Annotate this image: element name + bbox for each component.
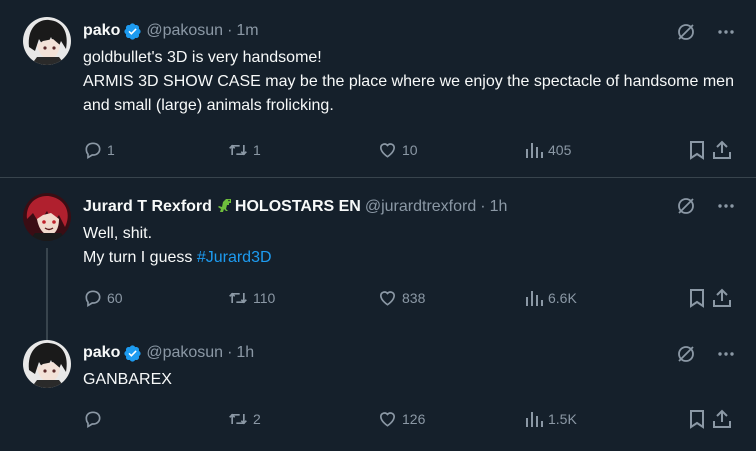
reply-count: 1 (107, 142, 115, 158)
grok-icon[interactable] (676, 344, 696, 364)
reply-button[interactable]: 60 (83, 288, 123, 308)
separator-dot: · (227, 22, 233, 39)
grok-icon[interactable] (676, 22, 696, 42)
retweet-icon (229, 413, 247, 425)
handle[interactable]: @pakosun (146, 22, 223, 40)
like-button[interactable]: 838 (377, 288, 425, 308)
avatar[interactable] (23, 193, 71, 241)
views-icon (526, 412, 543, 427)
retweet-count: 2 (253, 411, 261, 427)
tweet-text-prefix: My turn I guess (83, 249, 197, 266)
share-button[interactable] (712, 140, 732, 160)
like-count: 838 (402, 290, 426, 306)
tweet-text: goldbullet's 3D is very handsome! ARMIS … (83, 46, 742, 118)
separator-dot: · (227, 344, 233, 361)
timestamp[interactable]: 1m (236, 22, 258, 40)
tweet-header: pako @pakosun · 1h (83, 342, 742, 364)
more-icon[interactable] (716, 22, 736, 42)
more-icon[interactable] (716, 344, 736, 364)
verified-badge-icon (123, 344, 142, 363)
views-button[interactable]: 6.6K (524, 288, 577, 308)
views-icon (526, 291, 543, 306)
share-button[interactable] (712, 409, 732, 429)
tweet-3[interactable]: pako @pakosun · 1h GANBAREX 2 126 1.5K (0, 332, 756, 451)
timestamp[interactable]: 1h (236, 344, 254, 362)
bookmark-button[interactable] (688, 409, 706, 429)
like-icon (379, 412, 396, 427)
retweet-count: 110 (253, 290, 276, 306)
separator-dot: · (480, 198, 486, 215)
display-name-suffix[interactable]: HOLOSTARS EN (235, 198, 361, 216)
avatar[interactable] (23, 340, 71, 388)
bookmark-icon (690, 141, 704, 160)
tweet-text-line: My turn I guess #Jurard3D (83, 246, 742, 270)
action-bar: 2 126 1.5K (83, 408, 732, 430)
like-icon (379, 291, 396, 306)
avatar[interactable] (23, 17, 71, 65)
action-bar: 60 110 838 6.6K (83, 287, 732, 309)
retweet-button[interactable]: 110 (227, 288, 275, 308)
like-count: 126 (402, 411, 426, 427)
grok-icon[interactable] (676, 196, 696, 216)
retweet-button[interactable]: 2 (227, 409, 261, 429)
more-icon[interactable] (716, 196, 736, 216)
bookmark-button[interactable] (688, 288, 706, 308)
tweet-header: Jurard T Rexford HOLOSTARS EN @jurardtre… (83, 196, 742, 218)
tweet-text-line: Well, shit. (83, 225, 153, 242)
tweet-2[interactable]: Jurard T Rexford HOLOSTARS EN @jurardtre… (0, 178, 756, 347)
share-icon (713, 288, 731, 307)
tweet-1[interactable]: pako @pakosun · 1m goldbullet's 3D is ve… (0, 0, 756, 178)
action-bar: 1 1 10 405 (83, 139, 732, 161)
tweet-text-line: ARMIS 3D SHOW CASE may be the place wher… (83, 73, 734, 114)
handle[interactable]: @pakosun (146, 344, 223, 362)
retweet-icon (229, 292, 247, 304)
dinosaur-icon (214, 197, 234, 217)
share-icon (713, 409, 731, 428)
reply-icon (85, 290, 101, 307)
timestamp[interactable]: 1h (490, 198, 508, 216)
bookmark-button[interactable] (688, 140, 706, 160)
tweet-header: pako @pakosun · 1m (83, 20, 742, 42)
tweet-text: GANBAREX (83, 371, 172, 388)
hashtag-link[interactable]: #Jurard3D (197, 249, 272, 266)
reply-button[interactable] (83, 409, 107, 429)
views-button[interactable]: 405 (524, 140, 571, 160)
like-button[interactable]: 10 (377, 140, 418, 160)
display-name[interactable]: pako (83, 344, 120, 362)
retweet-button[interactable]: 1 (227, 140, 261, 160)
views-button[interactable]: 1.5K (524, 409, 577, 429)
like-button[interactable]: 126 (377, 409, 425, 429)
view-count: 405 (548, 142, 572, 158)
reply-count: 60 (107, 290, 123, 306)
verified-badge-icon (123, 22, 142, 41)
bookmark-icon (690, 289, 704, 308)
tweet-text: Well, shit. My turn I guess #Jurard3D (83, 222, 742, 270)
view-count: 1.5K (548, 411, 577, 427)
tweet-text-line: goldbullet's 3D is very handsome! (83, 49, 322, 66)
reply-icon (85, 411, 101, 428)
share-button[interactable] (712, 288, 732, 308)
reply-icon (85, 142, 101, 159)
retweet-icon (229, 144, 247, 156)
reply-button[interactable]: 1 (83, 140, 115, 160)
handle[interactable]: @jurardtrexford (365, 198, 476, 216)
views-icon (526, 143, 543, 158)
display-name[interactable]: Jurard T Rexford (83, 198, 212, 216)
retweet-count: 1 (253, 142, 261, 158)
like-icon (379, 143, 396, 158)
view-count: 6.6K (548, 290, 577, 306)
display-name[interactable]: pako (83, 22, 120, 40)
bookmark-icon (690, 410, 704, 429)
share-icon (713, 140, 731, 159)
like-count: 10 (402, 142, 418, 158)
